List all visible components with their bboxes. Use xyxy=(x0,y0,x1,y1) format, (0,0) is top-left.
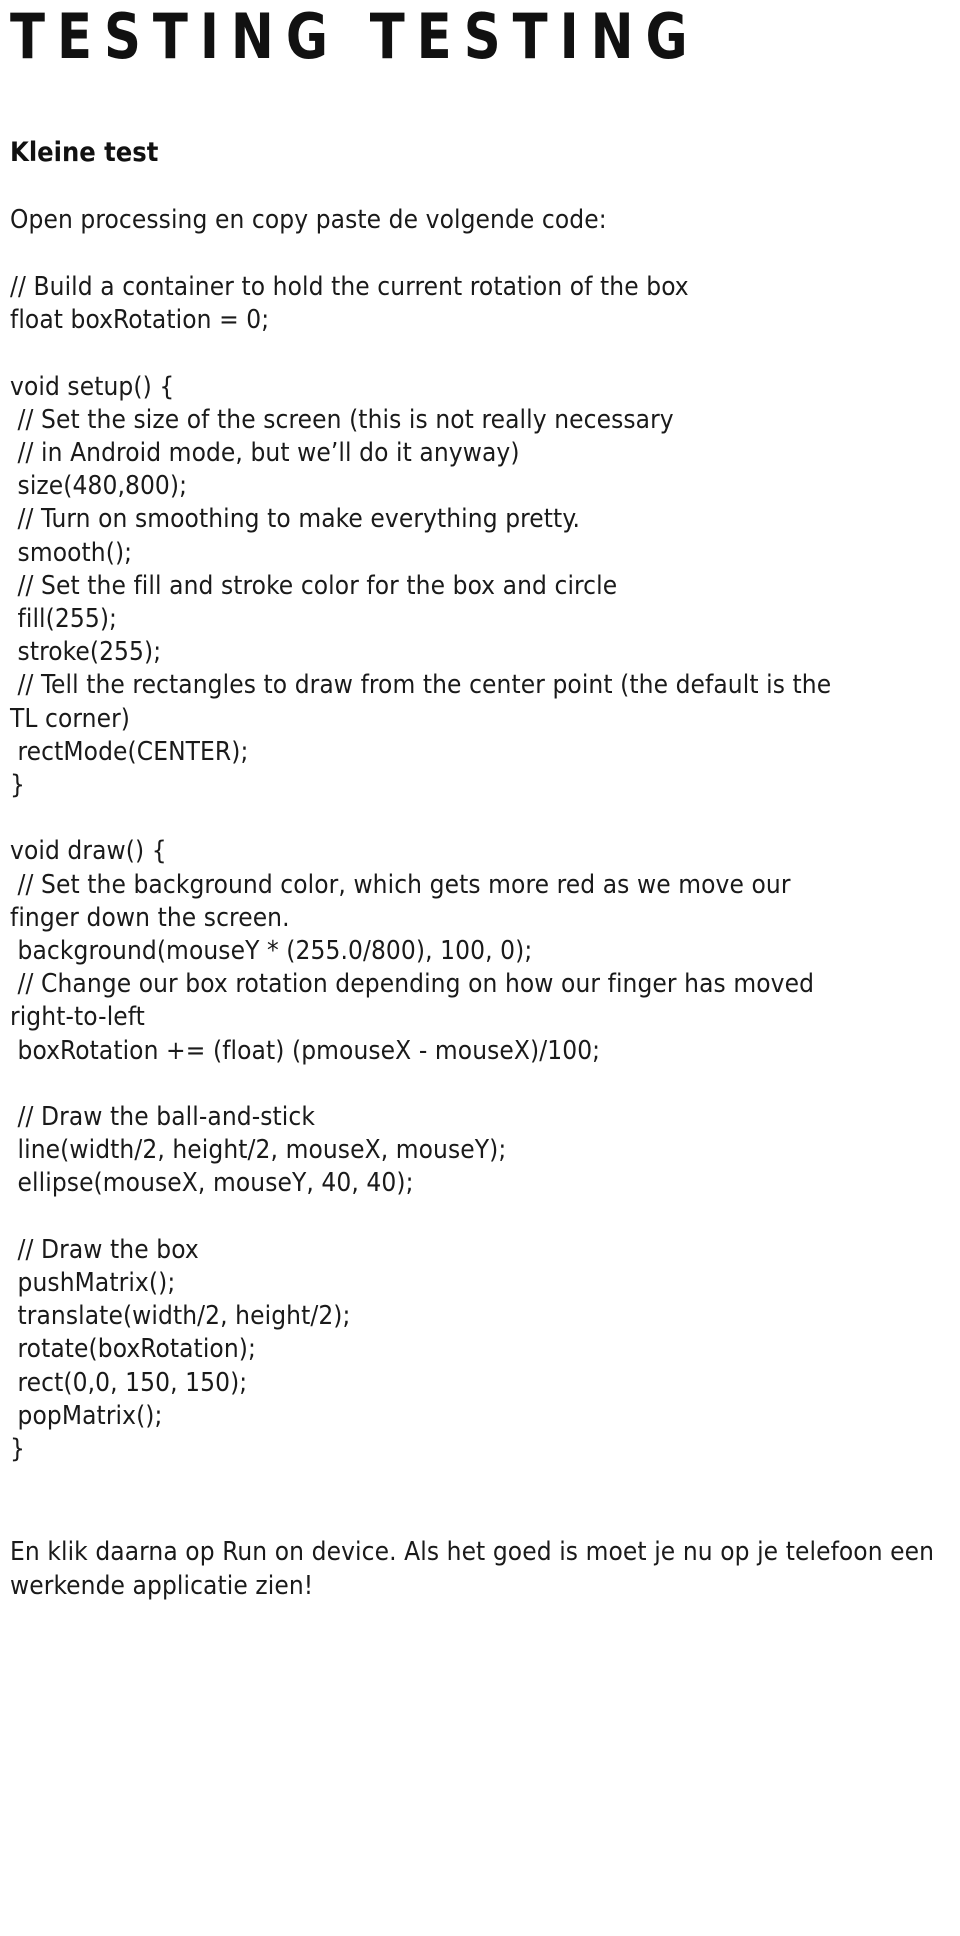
outro-paragraph: En klik daarna op Run on device. Als het… xyxy=(10,1537,935,1601)
code-line: // in Android mode, but we’ll do it anyw… xyxy=(10,438,520,468)
code-line: fill(255); xyxy=(10,604,118,635)
code-line: pushMatrix(); xyxy=(10,1268,176,1299)
code-line: translate(width/2, height/2); xyxy=(10,1301,351,1332)
code-listing: // Build a container to hold the current… xyxy=(10,237,954,1466)
code-line: rect(0,0, 150, 150); xyxy=(10,1367,248,1398)
code-line: void setup() { xyxy=(10,371,175,402)
code-line: size(480,800); xyxy=(10,471,188,502)
code-line: rotate(boxRotation); xyxy=(10,1334,256,1365)
code-line: // Change our box rotation depending on … xyxy=(10,969,815,1000)
code-line: // Set the size of the screen (this is n… xyxy=(10,404,674,435)
code-line: boxRotation += (float) (pmouseX - mouseX… xyxy=(10,1035,601,1066)
document-page: TESTING TESTING Kleine test Open process… xyxy=(0,0,960,1936)
code-line: right-to-left xyxy=(10,1002,145,1033)
code-line: rectMode(CENTER); xyxy=(10,736,249,767)
code-line: } xyxy=(10,770,25,801)
code-line: finger down the screen. xyxy=(10,902,290,933)
page-title: TESTING TESTING xyxy=(10,0,700,73)
code-line: // Build a container to hold the current… xyxy=(10,272,689,302)
intro-paragraph: Open processing en copy paste de volgend… xyxy=(10,205,607,235)
code-line: ellipse(mouseX, mouseY, 40, 40); xyxy=(10,1168,414,1199)
code-line: // Draw the box xyxy=(10,1234,199,1265)
code-line: stroke(255); xyxy=(10,637,162,668)
section-heading: Kleine test xyxy=(10,137,159,168)
code-line: smooth(); xyxy=(10,537,133,568)
code-line: line(width/2, height/2, mouseX, mouseY); xyxy=(10,1135,507,1166)
code-line: // Turn on smoothing to make everything … xyxy=(10,504,581,535)
code-line: // Set the fill and stroke color for the… xyxy=(10,570,618,601)
code-line: TL corner) xyxy=(10,703,131,734)
code-line: background(mouseY * (255.0/800), 100, 0)… xyxy=(10,936,533,967)
code-line: // Draw the ball-and-stick xyxy=(10,1102,316,1133)
code-line: // Tell the rectangles to draw from the … xyxy=(10,670,832,701)
code-line: void draw() { xyxy=(10,836,167,867)
code-line: // Set the background color, which gets … xyxy=(10,869,791,900)
code-line: popMatrix(); xyxy=(10,1400,163,1431)
code-line: float boxRotation = 0; xyxy=(10,305,270,336)
code-line: } xyxy=(10,1434,25,1465)
